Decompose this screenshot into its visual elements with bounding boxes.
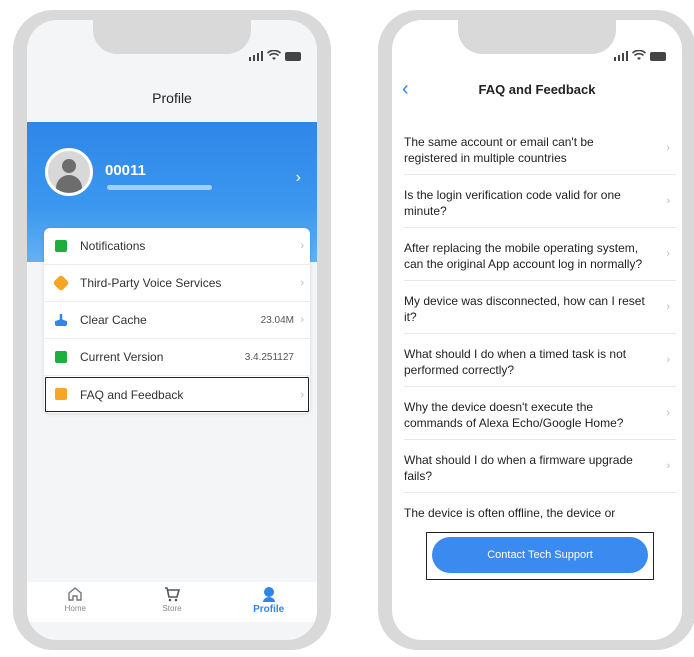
faq-item[interactable]: My device was disconnected, how can I re… bbox=[404, 281, 676, 334]
notification-icon bbox=[55, 240, 67, 252]
menu-item-current-version[interactable]: Current Version 3.4.251127 bbox=[44, 339, 310, 376]
menu-item-label: Third-Party Voice Services bbox=[80, 276, 222, 290]
tab-label: Profile bbox=[253, 604, 285, 615]
battery-icon bbox=[285, 52, 301, 61]
menu-item-label: FAQ and Feedback bbox=[80, 387, 184, 402]
faq-question: After replacing the mobile operating sys… bbox=[404, 241, 643, 271]
tab-label: Store bbox=[162, 604, 182, 613]
chevron-right-icon: › bbox=[666, 195, 670, 207]
voice-services-icon bbox=[52, 274, 70, 292]
chevron-right-icon: › bbox=[666, 407, 670, 419]
user-email-blurred bbox=[107, 185, 212, 190]
wifi-icon bbox=[632, 50, 646, 60]
stage: Profile 00011 › Notifications › Third-Pa… bbox=[0, 0, 694, 657]
page-title: Profile bbox=[152, 90, 192, 106]
faq-item[interactable]: The device is often offline, the device … bbox=[404, 493, 676, 529]
menu-item-voice-services[interactable]: Third-Party Voice Services › bbox=[44, 265, 310, 302]
phone-frame-right: ‹ FAQ and Feedback The same account or e… bbox=[378, 10, 694, 650]
menu-item-notifications[interactable]: Notifications › bbox=[44, 228, 310, 265]
notch bbox=[93, 20, 251, 54]
faq-question: What should I do when a timed task is no… bbox=[404, 347, 627, 377]
menu-item-faq[interactable]: FAQ and Feedback › bbox=[44, 376, 310, 413]
faq-list: The same account or email can't be regis… bbox=[404, 122, 676, 529]
faq-item[interactable]: Why the device doesn't execute the comma… bbox=[404, 387, 676, 440]
profile-icon bbox=[262, 587, 275, 602]
tab-store[interactable]: Store bbox=[124, 582, 221, 622]
profile-screen: Profile 00011 › Notifications › Third-Pa… bbox=[27, 20, 317, 640]
version-icon bbox=[55, 351, 67, 363]
chevron-right-icon: › bbox=[666, 354, 670, 366]
tab-profile[interactable]: Profile bbox=[220, 582, 317, 622]
faq-screen: ‹ FAQ and Feedback The same account or e… bbox=[392, 20, 682, 640]
faq-question: Why the device doesn't execute the comma… bbox=[404, 400, 624, 430]
chevron-right-icon: › bbox=[300, 388, 304, 401]
faq-icon bbox=[55, 388, 67, 400]
faq-item[interactable]: What should I do when a timed task is no… bbox=[404, 334, 676, 387]
chevron-right-icon: › bbox=[666, 142, 670, 154]
notch bbox=[458, 20, 616, 54]
user-id: 00011 bbox=[105, 162, 146, 179]
home-icon bbox=[68, 587, 83, 601]
faq-question: The device is often offline, the device … bbox=[404, 506, 616, 520]
tab-home[interactable]: Home bbox=[27, 582, 124, 622]
menu-item-label: Notifications bbox=[80, 239, 146, 253]
status-bar bbox=[614, 50, 666, 61]
faq-item[interactable]: The same account or email can't be regis… bbox=[404, 122, 676, 175]
menu-item-label: Current Version bbox=[80, 350, 164, 364]
faq-item[interactable]: Is the login verification code valid for… bbox=[404, 175, 676, 228]
menu-item-clear-cache[interactable]: Clear Cache 23.04M › bbox=[44, 302, 310, 339]
wifi-icon bbox=[267, 50, 281, 60]
version-number: 3.4.251127 bbox=[244, 351, 294, 363]
contact-support-button[interactable]: Contact Tech Support bbox=[432, 537, 648, 573]
faq-question: The same account or email can't be regis… bbox=[404, 135, 594, 165]
chevron-right-icon: › bbox=[300, 240, 304, 252]
menu-item-label: Clear Cache bbox=[80, 313, 147, 327]
chevron-right-icon: › bbox=[666, 460, 670, 472]
avatar[interactable] bbox=[45, 148, 93, 196]
page-title: FAQ and Feedback bbox=[478, 82, 596, 97]
faq-question: My device was disconnected, how can I re… bbox=[404, 294, 645, 324]
chevron-right-icon: › bbox=[300, 314, 304, 326]
faq-item[interactable]: After replacing the mobile operating sys… bbox=[404, 228, 676, 281]
signal-icon bbox=[614, 51, 628, 61]
tab-label: Home bbox=[64, 604, 86, 613]
cart-icon bbox=[165, 587, 180, 602]
phone-frame-left: Profile 00011 › Notifications › Third-Pa… bbox=[13, 10, 331, 650]
chevron-right-icon[interactable]: › bbox=[296, 169, 301, 187]
broom-icon bbox=[55, 314, 67, 326]
faq-question: Is the login verification code valid for… bbox=[404, 188, 621, 218]
chevron-right-icon: › bbox=[666, 248, 670, 260]
settings-card: Notifications › Third-Party Voice Servic… bbox=[44, 228, 310, 413]
signal-icon bbox=[249, 51, 263, 61]
faq-question: What should I do when a firmware upgrade… bbox=[404, 453, 633, 483]
tab-bar: Home Store Profile bbox=[27, 582, 317, 622]
faq-item[interactable]: What should I do when a firmware upgrade… bbox=[404, 440, 676, 493]
chevron-right-icon: › bbox=[300, 277, 304, 289]
status-bar bbox=[249, 50, 301, 61]
chevron-right-icon: › bbox=[666, 301, 670, 313]
battery-icon bbox=[650, 52, 666, 61]
cache-size: 23.04M bbox=[260, 314, 294, 326]
